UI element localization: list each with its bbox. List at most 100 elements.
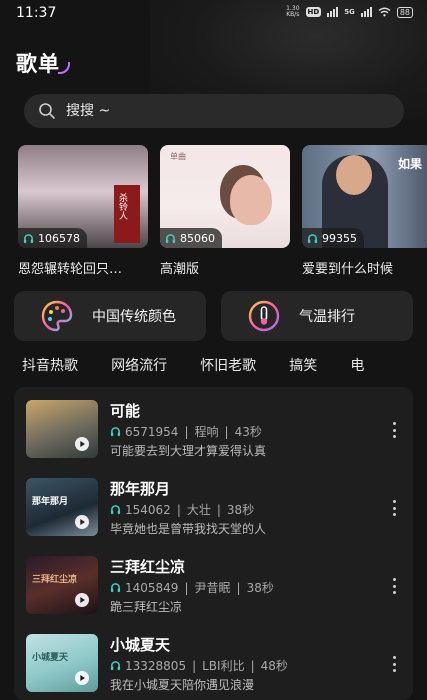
song-thumbnail: 那年那月 bbox=[26, 478, 98, 536]
tab-nostalgic[interactable]: 怀旧老歌 bbox=[200, 355, 256, 375]
song-row[interactable]: 那年那月 那年那月 154062 | 大壮 | 38秒 毕竟她也是曾带我找天堂的人 bbox=[14, 478, 413, 538]
page-title: 歌单 bbox=[16, 52, 60, 76]
song-title: 三拜红尘凉 bbox=[110, 558, 186, 576]
traditional-colors-button[interactable]: 中国传统颜色 bbox=[14, 291, 206, 341]
headphones-icon bbox=[110, 505, 121, 515]
song-title: 小城夏天 bbox=[110, 636, 171, 654]
thermometer-icon bbox=[248, 300, 280, 332]
song-thumbnail: 三拜红尘凉 bbox=[26, 556, 98, 614]
song-row[interactable]: 可能 6571954 | 程响 | 43秒 可能要去到大理才算爱得认真 bbox=[14, 400, 413, 460]
song-duration: 48秒 bbox=[260, 659, 288, 673]
headphones-icon bbox=[110, 427, 121, 437]
wifi-icon bbox=[378, 7, 391, 17]
song-lyric: 我在小城夏天陪你遇见浪漫 bbox=[110, 678, 255, 692]
song-row[interactable]: 小城夏天 小城夏天 13328805 | LBI利比 | 48秒 我在小城夏天陪你遇… bbox=[14, 634, 413, 694]
playlist-cover: 杀铃人 106578 bbox=[18, 145, 148, 248]
playlist-carousel[interactable]: 杀铃人 106578 恩怨辗转轮回只… 单曲 85060 高潮版 如果 9935… bbox=[18, 145, 427, 275]
cover-caption: 杀铃人 bbox=[117, 193, 127, 220]
play-icon bbox=[75, 437, 89, 451]
title-accent-decoration bbox=[58, 62, 70, 74]
play-icon bbox=[75, 593, 89, 607]
song-plays: 13328805 bbox=[125, 658, 187, 673]
cover-caption: 如果 bbox=[398, 157, 423, 171]
play-count-badge: 106578 bbox=[18, 228, 87, 248]
thumbnail-caption: 三拜红尘凉 bbox=[32, 575, 78, 585]
headphones-icon bbox=[23, 233, 34, 243]
playlist-title: 恩怨辗转轮回只… bbox=[18, 262, 123, 275]
song-duration: 43秒 bbox=[234, 425, 262, 439]
tab-funny[interactable]: 搞笑 bbox=[289, 355, 317, 375]
search-icon bbox=[39, 103, 55, 119]
song-plays: 154062 bbox=[125, 502, 171, 517]
song-title: 那年那月 bbox=[110, 480, 171, 498]
song-thumbnail bbox=[26, 400, 98, 458]
playlist-cover: 如果 99355 bbox=[302, 145, 427, 248]
search-bar[interactable] bbox=[24, 94, 404, 128]
playlist-card[interactable]: 单曲 85060 高潮版 bbox=[160, 145, 290, 275]
cover-caption: 单曲 bbox=[170, 152, 186, 161]
playlist-card[interactable]: 如果 99355 爱要到什么时候 bbox=[302, 145, 427, 275]
song-list[interactable]: 可能 6571954 | 程响 | 43秒 可能要去到大理才算爱得认真 那年那月 那… bbox=[14, 387, 413, 700]
hd-badge: HD bbox=[305, 7, 322, 17]
play-count: 106578 bbox=[38, 231, 80, 245]
palette-icon bbox=[41, 300, 73, 332]
song-meta: 1405849 | 尹昔眠 | 38秒 bbox=[110, 579, 274, 596]
headphones-icon bbox=[110, 661, 121, 671]
song-lyric: 毕竟她也是曾带我找天堂的人 bbox=[110, 522, 267, 536]
headphones-icon bbox=[165, 233, 176, 243]
play-icon bbox=[75, 515, 89, 529]
search-input[interactable] bbox=[66, 103, 366, 119]
network-type: 5G bbox=[344, 8, 355, 16]
tab-douyin-hot[interactable]: 抖音热歌 bbox=[22, 355, 78, 375]
play-count-badge: 85060 bbox=[160, 228, 222, 248]
song-meta: 154062 | 大壮 | 38秒 bbox=[110, 501, 254, 518]
category-tabs[interactable]: 抖音热歌 网络流行 怀旧老歌 搞笑 电 bbox=[22, 355, 427, 377]
playlist-card[interactable]: 杀铃人 106578 恩怨辗转轮回只… bbox=[18, 145, 148, 275]
play-count: 85060 bbox=[180, 231, 215, 245]
play-icon bbox=[75, 671, 89, 685]
headphones-icon bbox=[110, 583, 121, 593]
song-meta: 13328805 | LBI利比 | 48秒 bbox=[110, 657, 288, 674]
playlist-title: 高潮版 bbox=[160, 262, 200, 275]
song-meta: 6571954 | 程响 | 43秒 bbox=[110, 423, 262, 440]
song-artist: 大壮 bbox=[186, 503, 211, 517]
temperature-ranking-button[interactable]: 气温排行 bbox=[221, 291, 413, 341]
network-speed-unit: KB/s bbox=[286, 11, 300, 18]
playlist-title: 爱要到什么时候 bbox=[302, 262, 394, 275]
song-plays: 1405849 bbox=[125, 580, 179, 595]
more-options-icon[interactable] bbox=[393, 578, 397, 594]
more-options-icon[interactable] bbox=[393, 500, 397, 516]
traditional-colors-label: 中国传统颜色 bbox=[92, 309, 176, 325]
network-speed: 1.30 KB/s bbox=[286, 6, 299, 18]
status-icons: 1.30 KB/s HD 5G 88 bbox=[286, 6, 413, 18]
song-artist: LBI利比 bbox=[202, 659, 245, 673]
tab-internet-popular[interactable]: 网络流行 bbox=[111, 355, 167, 375]
cover-portrait-head bbox=[336, 155, 372, 195]
signal-icon-2 bbox=[360, 7, 372, 17]
play-count: 99355 bbox=[322, 231, 357, 245]
song-duration: 38秒 bbox=[246, 581, 274, 595]
playlist-cover: 单曲 85060 bbox=[160, 145, 290, 248]
signal-icon bbox=[327, 7, 339, 17]
status-time: 11:37 bbox=[16, 5, 57, 21]
status-bar: 11:37 1.30 KB/s HD 5G 88 bbox=[0, 0, 427, 26]
more-options-icon[interactable] bbox=[393, 656, 397, 672]
play-count-badge: 99355 bbox=[302, 228, 364, 248]
song-row[interactable]: 三拜红尘凉 三拜红尘凉 1405849 | 尹昔眠 | 38秒 跪三拜红尘凉 bbox=[14, 556, 413, 616]
battery-icon: 88 bbox=[396, 6, 413, 18]
headphones-icon bbox=[307, 233, 318, 243]
song-title: 可能 bbox=[110, 402, 141, 420]
thumbnail-caption: 小城夏天 bbox=[32, 653, 69, 663]
song-lyric: 可能要去到大理才算爱得认真 bbox=[110, 444, 267, 458]
thumbnail-caption: 那年那月 bbox=[32, 497, 69, 507]
song-duration: 38秒 bbox=[226, 503, 255, 517]
song-thumbnail: 小城夏天 bbox=[26, 634, 98, 692]
song-plays: 6571954 bbox=[125, 424, 179, 439]
tab-more[interactable]: 电 bbox=[350, 355, 364, 375]
temperature-ranking-label: 气温排行 bbox=[299, 309, 355, 325]
song-artist: 尹昔眠 bbox=[194, 581, 231, 595]
song-artist: 程响 bbox=[194, 425, 219, 439]
cover-portrait bbox=[230, 175, 272, 225]
more-options-icon[interactable] bbox=[393, 422, 397, 438]
song-lyric: 跪三拜红尘凉 bbox=[110, 600, 183, 614]
